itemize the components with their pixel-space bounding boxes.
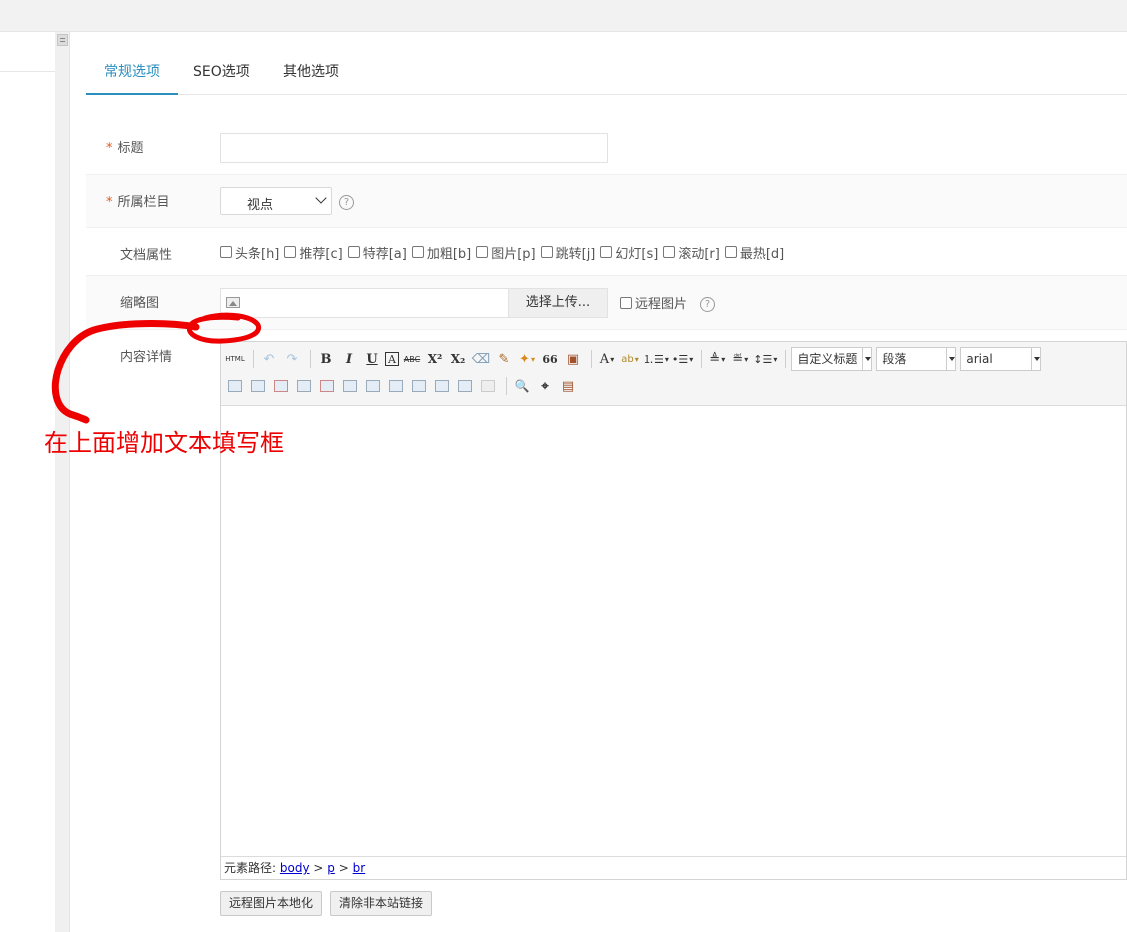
annotation-scribble	[51, 312, 262, 424]
annotation-note: 在上面增加文本填写框	[44, 429, 284, 457]
